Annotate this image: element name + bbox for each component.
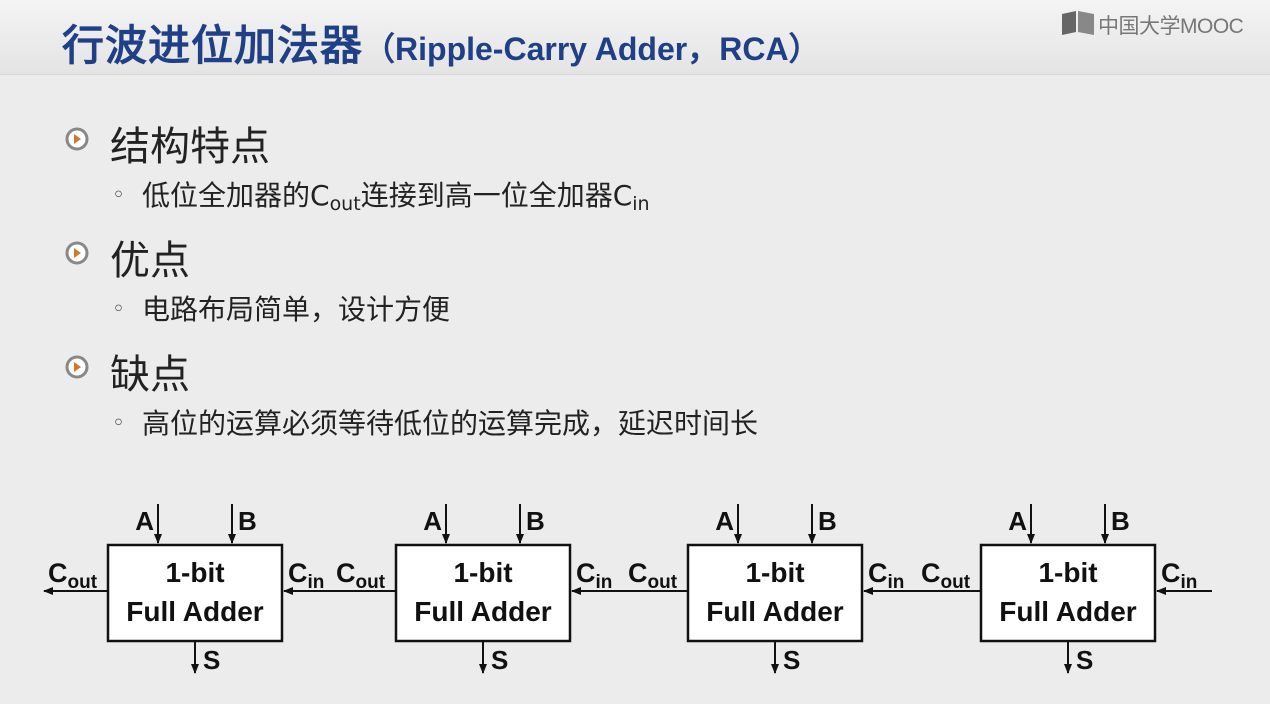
cin-label: Cin — [288, 558, 324, 593]
section-cons-item: ◦ 高位的运算必须等待低位的运算完成，延迟时间长 — [112, 407, 759, 440]
input-a-label: A — [715, 506, 734, 536]
book-icon — [1062, 11, 1094, 35]
sub-bullet: ◦ — [112, 297, 125, 322]
adder-label-full-adder: Full Adder — [126, 596, 264, 627]
section-heading: 结构特点 — [110, 124, 270, 170]
cin-label: Cin — [1161, 558, 1197, 593]
circle-arrow-icon — [65, 355, 89, 379]
cout-label: Cout — [628, 558, 678, 593]
adder-label-1bit: 1-bit — [165, 557, 224, 588]
input-b-label: B — [818, 506, 837, 536]
title-chinese: 行波进位加法器 — [62, 21, 364, 70]
sub-bullet: ◦ — [112, 411, 125, 436]
adder-label-full-adder: Full Adder — [999, 596, 1137, 627]
circle-arrow-icon — [65, 127, 89, 151]
output-s-label: S — [491, 645, 508, 675]
input-a-label: A — [1008, 506, 1027, 536]
cin-label: Cin — [576, 558, 612, 593]
adder-label-1bit: 1-bit — [1038, 557, 1097, 588]
adder-label-1bit: 1-bit — [745, 557, 804, 588]
adder-label-full-adder: Full Adder — [414, 596, 552, 627]
sub-bullet: ◦ — [112, 183, 125, 208]
output-s-label: S — [1076, 645, 1093, 675]
logo-text: 中国大学MOOC — [1098, 15, 1244, 38]
output-s-label: S — [783, 645, 800, 675]
input-b-label: B — [526, 506, 545, 536]
cout-label: Cout — [921, 558, 971, 593]
section-heading: 优点 — [110, 238, 190, 284]
slide-title: 行波进位加法器（Ripple-Carry Adder，RCA） — [62, 12, 821, 73]
input-b-label: B — [238, 506, 257, 536]
adder-label-full-adder: Full Adder — [706, 596, 844, 627]
input-b-label: B — [1111, 506, 1130, 536]
adder-label-1bit: 1-bit — [453, 557, 512, 588]
cin-label: Cin — [868, 558, 904, 593]
slide: 行波进位加法器（Ripple-Carry Adder，RCA） 中国大学MOOC… — [0, 0, 1270, 704]
section-structure-item: ◦ 低位全加器的Cout连接到高一位全加器Cin — [112, 179, 650, 215]
title-english: （Ripple-Carry Adder，RCA） — [363, 31, 821, 67]
circle-arrow-icon — [65, 241, 89, 265]
section-pros-item: ◦ 电路布局简单，设计方便 — [112, 293, 451, 326]
cout-label: Cout — [336, 558, 386, 593]
section-heading: 缺点 — [110, 352, 190, 398]
input-a-label: A — [423, 506, 442, 536]
rca-diagram: 1-bit Full Adder A B S Cin Cout 1-bit Full Adder… — [43, 504, 1212, 675]
output-s-label: S — [203, 645, 220, 675]
cout-label: Cout — [48, 558, 98, 593]
input-a-label: A — [135, 506, 154, 536]
